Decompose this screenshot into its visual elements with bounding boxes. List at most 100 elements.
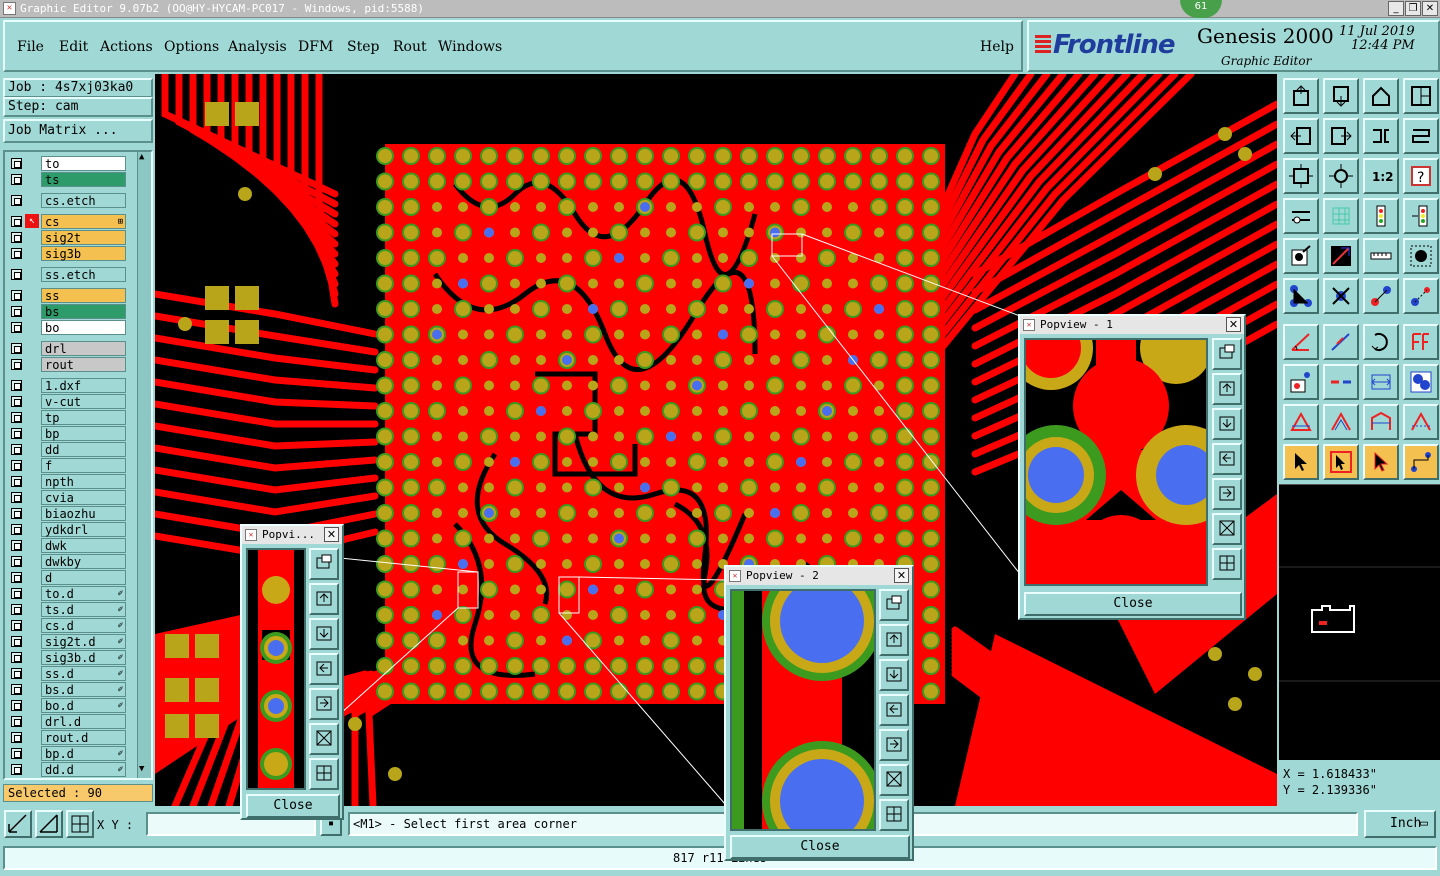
layer-row-npth[interactable]: npth	[8, 474, 126, 489]
layer-display-checkbox[interactable]	[11, 195, 22, 206]
line-draw-tool-button[interactable]	[1323, 238, 1359, 274]
layer-display-checkbox[interactable]	[11, 636, 22, 647]
layer-display-checkbox[interactable]	[11, 396, 22, 407]
layer-display-checkbox[interactable]	[11, 444, 22, 455]
menu-windows[interactable]: Windows	[438, 39, 502, 55]
point-tool-button[interactable]	[1283, 364, 1319, 400]
popview-1-close-button[interactable]: Close	[1024, 592, 1242, 616]
layer-row-rout-d[interactable]: rout.d	[8, 730, 126, 745]
layer-display-checkbox[interactable]	[11, 716, 22, 727]
net-connect-tool-button[interactable]	[1283, 278, 1319, 314]
menu-actions[interactable]: Actions	[100, 39, 153, 55]
overview-map[interactable]	[1279, 484, 1440, 760]
ruler-tool-button[interactable]	[1363, 238, 1399, 274]
layer-display-checkbox[interactable]	[11, 588, 22, 599]
swap-tool-button[interactable]	[1363, 118, 1399, 154]
restore-button[interactable]: ❐	[1405, 1, 1421, 16]
menu-help[interactable]: Help	[980, 39, 1014, 55]
house-tool-button[interactable]	[1363, 78, 1399, 114]
layer-row-ss[interactable]: ss	[8, 288, 126, 303]
popview-2-pan-right-button[interactable]	[879, 729, 909, 761]
layer-display-checkbox[interactable]	[11, 556, 22, 567]
circle-select-tool-button[interactable]	[1403, 238, 1439, 274]
a-frame-tool-button[interactable]	[1363, 404, 1399, 440]
layer-display-checkbox[interactable]	[11, 492, 22, 503]
popview-2-zoom-in-button[interactable]	[879, 799, 909, 831]
popview-1-view[interactable]	[1024, 338, 1208, 586]
measure-tool-tool-button[interactable]	[1283, 198, 1319, 234]
layer-display-checkbox[interactable]	[11, 620, 22, 631]
layer-row-bo[interactable]: bo	[8, 320, 126, 335]
select-box-tool-button[interactable]	[1323, 444, 1359, 480]
popview-3-titlebar[interactable]: ✕ Popvi... ✕	[242, 526, 342, 544]
cross-delete-tool-button[interactable]	[1323, 278, 1359, 314]
layer-row-d[interactable]: d	[8, 570, 126, 585]
layer-display-checkbox[interactable]	[11, 269, 22, 280]
popview-2-view[interactable]	[730, 589, 876, 831]
job-matrix-button[interactable]: Job Matrix ...	[3, 119, 153, 143]
segment-tool-button[interactable]	[1323, 364, 1359, 400]
layer-display-checkbox[interactable]	[11, 216, 22, 227]
drag-pad-tool-button[interactable]	[1403, 278, 1439, 314]
fit-left-tool-button[interactable]	[1283, 118, 1319, 154]
popview-1-pan-left-button[interactable]	[1212, 443, 1242, 475]
close-window-button[interactable]: ✕	[1422, 1, 1438, 16]
layer-row-biaozhu[interactable]: biaozhu	[8, 506, 126, 521]
layer-row-cvia[interactable]: cvia	[8, 490, 126, 505]
layer-display-checkbox[interactable]	[11, 343, 22, 354]
dimension-tool-button[interactable]	[1363, 364, 1399, 400]
layer-row-to-d[interactable]: to.d ✐	[8, 586, 126, 601]
traffic-light-tool-button[interactable]	[1363, 198, 1399, 234]
popview-1-pan-right-button[interactable]	[1212, 478, 1242, 510]
layer-display-checkbox[interactable]	[11, 508, 22, 519]
popview-3-pan-right-button[interactable]	[309, 688, 339, 720]
menu-edit[interactable]: Edit	[59, 39, 88, 55]
layer-row-sig3b-d[interactable]: sig3b.d ✐	[8, 650, 126, 665]
layer-display-checkbox[interactable]	[11, 524, 22, 535]
scroll-down-icon[interactable]: ▼	[139, 764, 144, 774]
layer-display-checkbox[interactable]	[11, 158, 22, 169]
zoom-center-tool-button[interactable]	[1323, 158, 1359, 194]
layer-display-checkbox[interactable]	[11, 412, 22, 423]
layer-display-checkbox[interactable]	[11, 572, 22, 583]
layer-display-checkbox[interactable]	[11, 428, 22, 439]
popview-2-titlebar[interactable]: ✕ Popview - 2 ✕	[726, 567, 912, 585]
layer-display-checkbox[interactable]	[11, 290, 22, 301]
layer-row-cs[interactable]: ↖ cs ⊞	[8, 214, 126, 229]
triangle-tool-tool-button[interactable]	[1283, 404, 1319, 440]
layer-display-checkbox[interactable]	[11, 306, 22, 317]
layer-display-checkbox[interactable]	[11, 359, 22, 370]
layer-row-drl-d[interactable]: drl.d	[8, 714, 126, 729]
layer-row-f[interactable]: f	[8, 458, 126, 473]
traffic-light-2-tool-button[interactable]	[1403, 198, 1439, 234]
layer-row-v-cut[interactable]: v-cut	[8, 394, 126, 409]
layer-row-drl[interactable]: drl	[8, 341, 126, 356]
layer-row-dd-d[interactable]: dd.d ✐	[8, 762, 126, 777]
layer-row-tp[interactable]: tp	[8, 410, 126, 425]
ratio-one-to-two-tool-button[interactable]: 1:2	[1363, 158, 1399, 194]
popview-3-pan-left-button[interactable]	[309, 653, 339, 685]
popview-3-zoom-in-button[interactable]	[309, 758, 339, 790]
layer-row-bp[interactable]: bp	[8, 426, 126, 441]
layer-row-sig2t[interactable]: sig2t	[8, 230, 126, 245]
popview-3-close-icon[interactable]: ✕	[324, 527, 339, 542]
layer-row-sig2t-d[interactable]: sig2t.d ✐	[8, 634, 126, 649]
popview-2-close-icon[interactable]: ✕	[894, 568, 909, 583]
popview-2-close-button[interactable]: Close	[730, 835, 910, 859]
minimize-button[interactable]: _	[1388, 1, 1404, 16]
popview-3-view[interactable]	[246, 548, 306, 790]
a-frame-2-tool-button[interactable]	[1403, 404, 1439, 440]
zoom-full-tool-button[interactable]	[1283, 158, 1319, 194]
zoom-down-tool-button[interactable]	[1323, 78, 1359, 114]
popview-2-zoom-fit-button[interactable]	[879, 589, 909, 621]
menu-options[interactable]: Options	[164, 39, 219, 55]
layer-display-checkbox[interactable]	[11, 174, 22, 185]
layer-row-bp-d[interactable]: bp.d ✐	[8, 746, 126, 761]
select-arrow-tool-button[interactable]	[1283, 444, 1319, 480]
popview-1-pan-up-button[interactable]	[1212, 373, 1242, 405]
popview-2-pan-left-button[interactable]	[879, 694, 909, 726]
layer-row-ts[interactable]: ts	[8, 172, 126, 187]
angle-tool-button[interactable]	[1283, 324, 1319, 360]
layer-row-dd[interactable]: dd	[8, 442, 126, 457]
route-tool-button[interactable]	[1403, 444, 1439, 480]
